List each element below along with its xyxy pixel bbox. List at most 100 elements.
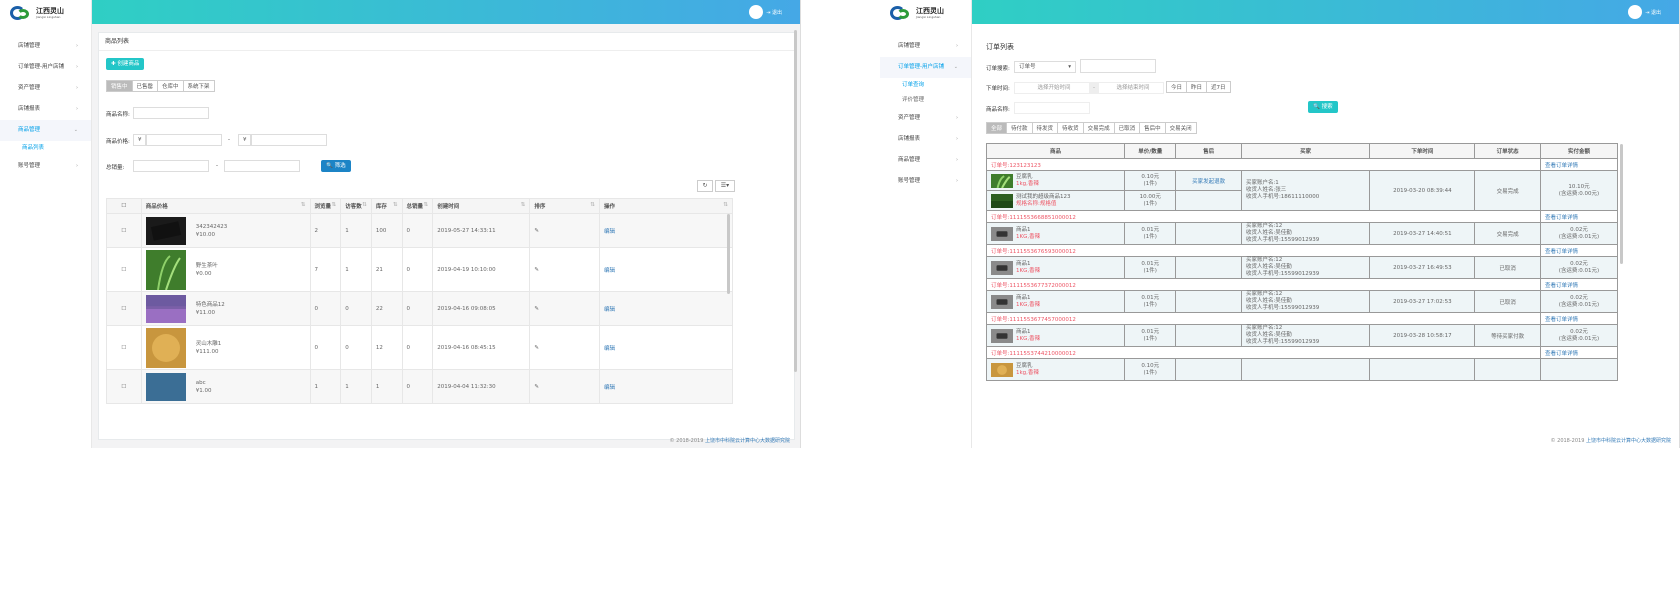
refresh-icon[interactable]: ↻ [697,180,713,192]
order-field-select[interactable]: 订单号 ▾ [1014,61,1076,73]
footer-link[interactable]: 上饶市中科院云计算中心大数据研究院 [1586,438,1671,444]
sidebar-subitem[interactable]: 商品列表 [0,141,91,156]
max-sales-input[interactable] [224,160,300,172]
tab[interactable]: 待收货 [1057,122,1084,134]
sidebar-item[interactable]: 账号管理 › [0,156,91,177]
order-product-name[interactable]: 商品1 [1016,329,1031,335]
sidebar-item[interactable]: 店铺报表 › [0,99,91,120]
row-checkbox[interactable]: ☐ [106,369,142,404]
sort-edit-icon[interactable]: ✎ [529,291,600,326]
aftersale-cell[interactable] [1175,324,1242,347]
sort-edit-icon[interactable]: ✎ [529,247,600,292]
aftersale-cell[interactable] [1175,222,1242,245]
columns-icon[interactable]: ☰▾ [715,180,735,192]
sort-edit-icon[interactable]: ✎ [529,369,600,404]
order-product-name[interactable]: 商品1 [1016,227,1031,233]
sidebar-item[interactable]: 账号管理 › [880,171,971,192]
user-menu[interactable]: ⇥ 退出 [1628,5,1661,19]
product-name[interactable]: 野生茶叶 [196,263,218,269]
sidebar-item[interactable]: 资产管理 › [0,78,91,99]
row-checkbox[interactable]: ☐ [106,291,142,326]
sidebar-item[interactable]: 订单管理-用户店铺 › [0,57,91,78]
logout-link[interactable]: ⇥ 退出 [766,9,782,16]
column-header[interactable]: 总销量 ⇅ [401,198,434,214]
table-scrollbar[interactable] [1620,144,1623,264]
sidebar-item[interactable]: 资产管理 › [880,108,971,129]
product-name[interactable]: abc [196,380,206,386]
column-header[interactable]: 库存 ⇅ [370,198,403,214]
aftersale-cell[interactable] [1175,290,1242,313]
tab[interactable]: 今日 [1166,81,1188,93]
column-header[interactable]: 商品价格 ⇅ [140,198,311,214]
product-name-input[interactable] [1014,102,1090,114]
user-menu[interactable]: ⇥ 退出 [749,5,782,19]
order-product-name[interactable]: 测试我的超级商品123 [1016,194,1071,200]
row-checkbox[interactable]: ☐ [106,213,142,248]
sort-edit-icon[interactable]: ✎ [529,325,600,370]
order-detail-link[interactable]: 查看订单详情 [1539,210,1618,223]
min-price-input[interactable] [146,134,222,146]
min-sales-input[interactable] [133,160,209,172]
filter-button[interactable]: 🔍 筛选 [321,160,351,172]
sidebar-item[interactable]: 商品管理 › [880,150,971,171]
sidebar-item[interactable]: 店铺报表 › [880,129,971,150]
sidebar-item[interactable]: 店铺管理 › [0,36,91,57]
tab[interactable]: 仓库中 [157,80,184,92]
tab[interactable]: 待发货 [1031,122,1059,134]
edit-link[interactable]: 编辑 [598,247,733,292]
column-header[interactable]: 排序 ⇅ [529,198,600,214]
order-search-input[interactable] [1080,59,1156,73]
create-product-button[interactable]: ✚ 创建商品 [106,58,145,70]
order-detail-link[interactable]: 查看订单详情 [1539,158,1618,171]
column-header[interactable]: 创建时间 ⇅ [432,198,531,214]
order-product-name[interactable]: 豆腐乳 [1016,363,1033,369]
order-detail-link[interactable]: 查看订单详情 [1539,244,1618,257]
avatar[interactable] [749,5,764,19]
start-time-input[interactable]: 选择开始时间 [1014,82,1090,94]
order-detail-link[interactable]: 查看订单详情 [1539,312,1618,325]
footer-link[interactable]: 上饶市中科院云计算中心大数据研究院 [705,438,790,444]
tab[interactable]: 已取消 [1113,122,1141,134]
sidebar-subitem[interactable]: 评价管理 [880,93,971,108]
order-detail-link[interactable]: 查看订单详情 [1539,346,1618,359]
product-name[interactable]: 特色商品12 [196,302,225,308]
edit-link[interactable]: 编辑 [598,291,733,326]
row-checkbox[interactable]: ☐ [106,325,142,370]
page-scrollbar[interactable] [794,30,797,372]
logout-link[interactable]: ⇥ 退出 [1645,9,1661,16]
tab[interactable]: 交易完成 [1082,122,1115,134]
tab[interactable]: 待付款 [1006,122,1033,134]
row-checkbox[interactable]: ☐ [106,247,142,292]
order-product-name[interactable]: 商品1 [1016,261,1031,267]
sidebar-item[interactable]: 订单管理-用户店铺 ⌄ [880,57,971,78]
sort-edit-icon[interactable]: ✎ [529,213,600,248]
product-name[interactable]: 灵山木雕1 [196,341,222,347]
order-product-name[interactable]: 豆腐乳 [1016,174,1033,180]
search-button[interactable]: 🔍 搜索 [1308,101,1338,113]
avatar[interactable] [1628,5,1643,19]
sidebar-subitem[interactable]: 订单查询 [880,78,971,93]
sidebar-item[interactable]: 店铺管理 › [880,36,971,57]
sidebar-item[interactable]: 商品管理 ⌄ [0,120,91,141]
tab[interactable]: 售后中 [1139,122,1166,134]
product-name-input[interactable] [133,107,209,119]
select-all-checkbox[interactable]: ☐ [106,198,142,214]
table-scrollbar[interactable] [727,214,730,294]
tab[interactable]: 系统下架 [182,80,215,92]
column-header[interactable]: 访客数 ⇅ [340,198,372,214]
order-product-name[interactable]: 商品1 [1016,295,1031,301]
aftersale-cell[interactable]: 买家发起退款 [1175,170,1242,191]
product-name[interactable]: 342342423 [196,224,228,230]
edit-link[interactable]: 编辑 [598,369,733,404]
max-price-input[interactable] [251,134,327,146]
end-time-input[interactable]: 选择结束时间 [1098,82,1164,94]
tab[interactable]: 近7日 [1206,81,1231,93]
aftersale-cell[interactable] [1175,256,1242,279]
column-header[interactable]: 浏览量 ⇅ [309,198,342,214]
tab[interactable]: 已售罄 [131,80,159,92]
tab[interactable]: 销售中 [106,80,133,92]
tab[interactable]: 全部 [986,122,1008,134]
order-detail-link[interactable]: 查看订单详情 [1539,278,1618,291]
aftersale-cell[interactable] [1175,358,1242,381]
column-header[interactable]: 操作 ⇅ [598,198,733,214]
